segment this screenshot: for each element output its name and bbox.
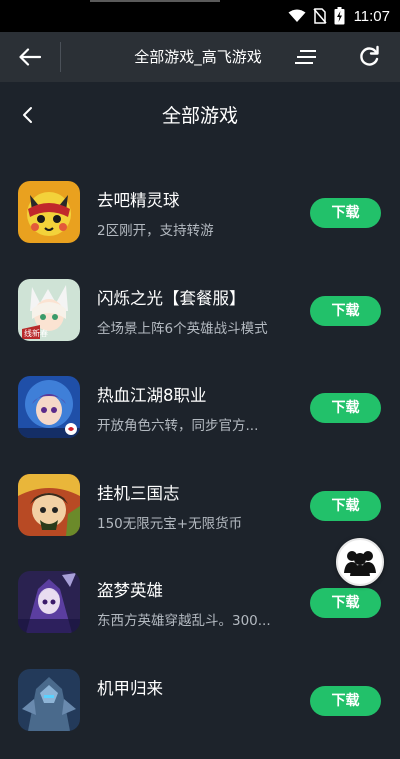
anime-girl-game-icon: 线新春 bbox=[18, 279, 80, 341]
game-icon bbox=[18, 571, 80, 633]
game-description: 东西方英雄穿越乱斗。300... bbox=[97, 613, 271, 629]
list-item[interactable]: 机甲归来 下载 bbox=[0, 669, 400, 759]
download-button[interactable]: 下载 bbox=[310, 296, 381, 326]
download-button[interactable]: 下载 bbox=[310, 588, 381, 618]
game-icon bbox=[18, 669, 80, 731]
status-bar: 11:07 bbox=[0, 0, 400, 32]
arrow-left-icon bbox=[19, 48, 41, 66]
pikachu-game-icon bbox=[18, 181, 80, 243]
game-name: 去吧精灵球 bbox=[97, 191, 180, 210]
page-title: 全部游戏 bbox=[161, 105, 238, 127]
status-bar-notch bbox=[90, 0, 220, 2]
fantasy-character-game-icon bbox=[18, 376, 80, 438]
game-name: 盗梦英雄 bbox=[97, 581, 163, 600]
icon-badge-text: 线新春 bbox=[24, 328, 48, 338]
game-icon bbox=[18, 376, 80, 438]
game-description: 开放角色六转，同步官方... bbox=[97, 418, 259, 434]
game-name: 挂机三国志 bbox=[97, 484, 180, 503]
download-button[interactable]: 下载 bbox=[310, 393, 381, 423]
download-button[interactable]: 下载 bbox=[310, 686, 381, 716]
game-description: 150无限元宝+无限货币 bbox=[97, 516, 243, 532]
menu-lines-icon bbox=[295, 50, 316, 64]
list-item[interactable]: 热血江湖8职业 开放角色六转，同步官方... 下载 bbox=[0, 376, 400, 466]
dream-hero-game-icon bbox=[18, 571, 80, 633]
list-item[interactable]: 去吧精灵球 2区刚开，支持转游 下载 bbox=[0, 181, 400, 271]
list-item[interactable]: 盗梦英雄 东西方英雄穿越乱斗。300... 下载 bbox=[0, 571, 400, 661]
browser-back-button[interactable] bbox=[14, 44, 46, 70]
three-kingdoms-game-icon bbox=[18, 474, 80, 536]
toolbar-divider bbox=[60, 42, 61, 72]
game-icon bbox=[18, 474, 80, 536]
browser-toolbar: 全部游戏_高飞游戏 bbox=[0, 32, 400, 82]
mecha-game-icon bbox=[18, 669, 80, 731]
refresh-button[interactable] bbox=[355, 43, 383, 71]
download-button[interactable]: 下载 bbox=[310, 198, 381, 228]
wifi-icon bbox=[288, 9, 306, 22]
game-name: 闪烁之光【套餐服】 bbox=[97, 289, 246, 308]
game-icon bbox=[18, 181, 80, 243]
game-icon: 线新春 bbox=[18, 279, 80, 341]
refresh-icon bbox=[360, 45, 379, 66]
game-description: 2区刚开，支持转游 bbox=[97, 223, 214, 239]
game-name: 机甲归来 bbox=[97, 679, 163, 698]
no-sim-icon bbox=[312, 8, 327, 24]
status-icons: 11:07 bbox=[288, 6, 390, 26]
list-item[interactable]: 线新春 闪烁之光【套餐服】 全场景上阵6个英雄战斗模式 下载 bbox=[0, 279, 400, 369]
game-name: 热血江湖8职业 bbox=[97, 386, 207, 405]
menu-button[interactable] bbox=[294, 46, 320, 68]
game-description: 全场景上阵6个英雄战斗模式 bbox=[97, 321, 268, 337]
battery-charging-icon bbox=[334, 7, 345, 25]
status-time: 11:07 bbox=[353, 7, 390, 25]
download-button[interactable]: 下载 bbox=[310, 491, 381, 521]
users-group-icon bbox=[344, 551, 376, 576]
floating-contact-button[interactable] bbox=[336, 538, 384, 586]
page-header: 全部游戏 bbox=[0, 82, 400, 146]
browser-title: 全部游戏_高飞游戏 bbox=[134, 48, 262, 66]
